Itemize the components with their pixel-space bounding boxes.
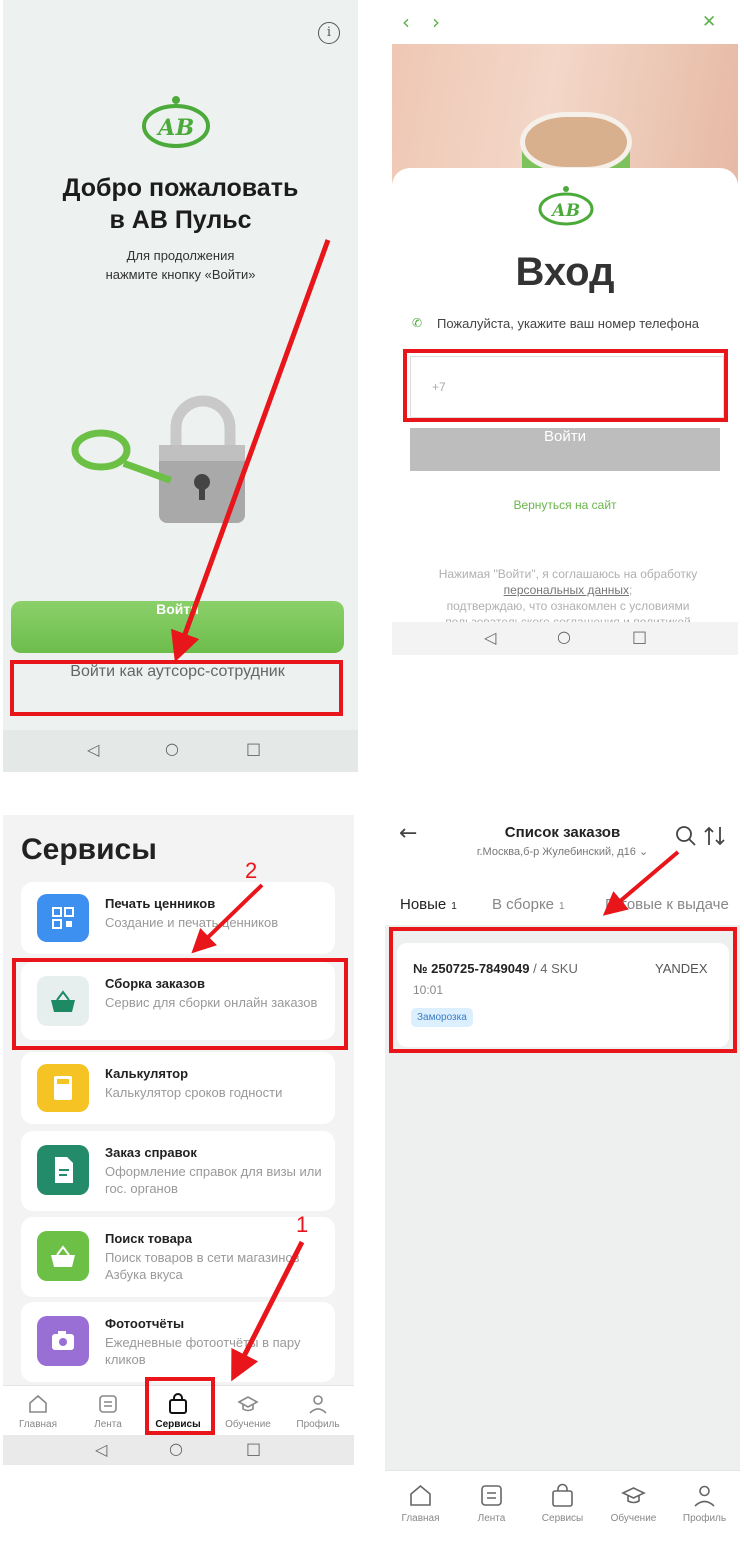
sort-icon[interactable] <box>703 825 727 847</box>
feed-icon <box>99 1395 117 1413</box>
service-name: Поиск товара <box>105 1231 192 1246</box>
service-card-product-search[interactable]: Поиск товара Поиск товаров в сети магази… <box>21 1217 335 1297</box>
home-nav-icon[interactable]: ○ <box>169 1439 183 1458</box>
android-navbar: ◁ ○ □ <box>3 730 358 772</box>
tab-home[interactable]: Главная <box>385 1471 456 1524</box>
document-icon <box>37 1145 89 1195</box>
service-name: Фотоотчёты <box>105 1316 185 1331</box>
bag-icon <box>552 1483 573 1507</box>
home-icon <box>410 1484 431 1506</box>
close-icon[interactable]: ✕ <box>702 12 716 32</box>
services-screen: Сервисы Печать ценников Создание и печат… <box>3 815 354 1465</box>
chevron-left-icon[interactable]: ‹ <box>402 10 410 34</box>
welcome-subtitle: Для продолжения нажмите кнопку «Войти» <box>105 248 256 282</box>
services-title: Сервисы <box>21 833 157 866</box>
camera-icon <box>37 1316 89 1366</box>
highlight-outsource-button <box>10 660 343 716</box>
highlight-order-picking <box>12 958 348 1050</box>
service-name: Заказ справок <box>105 1145 197 1160</box>
tab-label: Главная <box>18 1419 58 1430</box>
chevron-down-icon: ⌄ <box>638 846 649 858</box>
tab-label: Обучение <box>225 1419 271 1430</box>
bottom-tabbar: Главная Лента Сервисы Обучение Профиль <box>385 1470 740 1540</box>
welcome-title: Добро пожаловать в АВ Пульс <box>62 174 299 234</box>
search-icon[interactable] <box>675 825 697 847</box>
tab-feed[interactable]: Лента <box>73 1386 143 1436</box>
tab-ready[interactable]: Готовые к выдаче <box>605 896 734 913</box>
profile-icon <box>694 1485 715 1507</box>
service-name: Калькулятор <box>105 1066 189 1081</box>
coffee-cup <box>520 112 632 172</box>
info-icon[interactable]: i <box>318 22 340 44</box>
tab-in-assembly[interactable]: В сборке 1 <box>492 896 565 913</box>
tab-profile[interactable]: Профиль <box>669 1471 740 1524</box>
tab-home[interactable]: Главная <box>3 1386 73 1436</box>
android-navbar: ◁ ○ □ <box>392 622 738 655</box>
back-nav-icon[interactable]: ◁ <box>87 740 99 759</box>
back-nav-icon[interactable]: ◁ <box>484 628 496 647</box>
login-submit-button[interactable]: Войти <box>410 428 720 471</box>
tab-learning[interactable]: Обучение <box>598 1471 669 1524</box>
service-card-calculator[interactable]: Калькулятор Калькулятор сроков годности <box>21 1052 335 1124</box>
login-screen: ‹ › ✕ АВ Вход ✆ Пожалуйста, укажите ваш … <box>392 0 738 655</box>
highlight-services-tab <box>145 1377 215 1435</box>
av-logo: АВ <box>142 96 210 148</box>
service-desc: Калькулятор сроков годности <box>105 1085 283 1100</box>
home-nav-icon[interactable]: ○ <box>165 739 179 758</box>
browser-topbar: ‹ › ✕ <box>392 0 738 44</box>
chevron-right-icon[interactable]: › <box>432 10 440 34</box>
lock-key-illustration <box>71 395 245 523</box>
phone-hint: Пожалуйста, укажите ваш номер телефона <box>437 316 699 331</box>
graduation-cap-icon <box>621 1487 646 1504</box>
orders-screen: ← Список заказов г.Москва,б-р Жулебински… <box>385 815 740 1540</box>
recents-nav-icon[interactable]: □ <box>632 627 647 646</box>
service-desc: Оформление справок для визы или гос. орг… <box>105 1164 322 1196</box>
tab-label: Сервисы <box>541 1513 584 1524</box>
tab-label: Лента <box>477 1513 506 1524</box>
tab-learning[interactable]: Обучение <box>213 1386 283 1436</box>
basket-search-icon <box>37 1231 89 1281</box>
terms-text: Нажимая "Войти", я соглашаюсь на обработ… <box>438 567 698 629</box>
tab-services[interactable]: Сервисы <box>527 1471 598 1524</box>
login-title: Вход <box>515 250 615 294</box>
home-icon <box>29 1394 47 1413</box>
recents-nav-icon[interactable]: □ <box>246 739 261 758</box>
tab-label: Обучение <box>610 1513 657 1524</box>
step-number-2: 2 <box>245 858 258 883</box>
android-navbar: ◁ ○ □ <box>3 1435 354 1465</box>
graduation-cap-icon <box>237 1396 259 1412</box>
tab-profile[interactable]: Профиль <box>283 1386 353 1436</box>
av-logo: АВ <box>538 186 594 226</box>
highlight-order-card <box>389 927 737 1053</box>
service-desc: Поиск товаров в сети магазинов Азбука вк… <box>105 1250 300 1282</box>
service-name: Печать ценников <box>105 896 216 911</box>
tab-feed[interactable]: Лента <box>456 1471 527 1524</box>
welcome-screen: i АВ Добро пожаловать в АВ Пульс Для про… <box>3 0 358 772</box>
profile-icon <box>309 1395 327 1414</box>
tab-label: Профиль <box>682 1513 727 1524</box>
back-to-site-link[interactable]: Вернуться на сайт <box>392 498 738 512</box>
tab-label: Профиль <box>296 1419 340 1430</box>
service-card-photo-reports[interactable]: Фотоотчёты Ежедневные фотоотчёты в пару … <box>21 1302 335 1382</box>
feed-icon <box>481 1485 502 1506</box>
calculator-icon <box>37 1064 89 1112</box>
qr-icon <box>37 894 89 942</box>
svg-text:АВ: АВ <box>156 115 195 141</box>
login-button[interactable]: Войти <box>11 601 344 653</box>
tab-new[interactable]: Новые 1 <box>400 896 457 913</box>
svg-text:АВ: АВ <box>550 201 580 221</box>
personal-data-link[interactable]: персональных данных <box>504 583 629 597</box>
service-desc: Ежедневные фотоотчёты в пару кликов <box>105 1335 301 1367</box>
recents-nav-icon[interactable]: □ <box>246 1439 261 1458</box>
phone-icon: ✆ <box>412 316 423 330</box>
step-number-1: 1 <box>296 1212 309 1237</box>
highlight-phone-field <box>403 349 728 422</box>
home-nav-icon[interactable]: ○ <box>557 627 571 646</box>
service-desc: Создание и печать ценников <box>105 915 279 930</box>
service-card-certificates[interactable]: Заказ справок Оформление справок для виз… <box>21 1131 335 1211</box>
service-card-price-tags[interactable]: Печать ценников Создание и печать ценник… <box>21 882 335 954</box>
tab-label: Главная <box>401 1513 440 1524</box>
tab-label: Лента <box>94 1419 122 1430</box>
back-nav-icon[interactable]: ◁ <box>95 1440 107 1459</box>
